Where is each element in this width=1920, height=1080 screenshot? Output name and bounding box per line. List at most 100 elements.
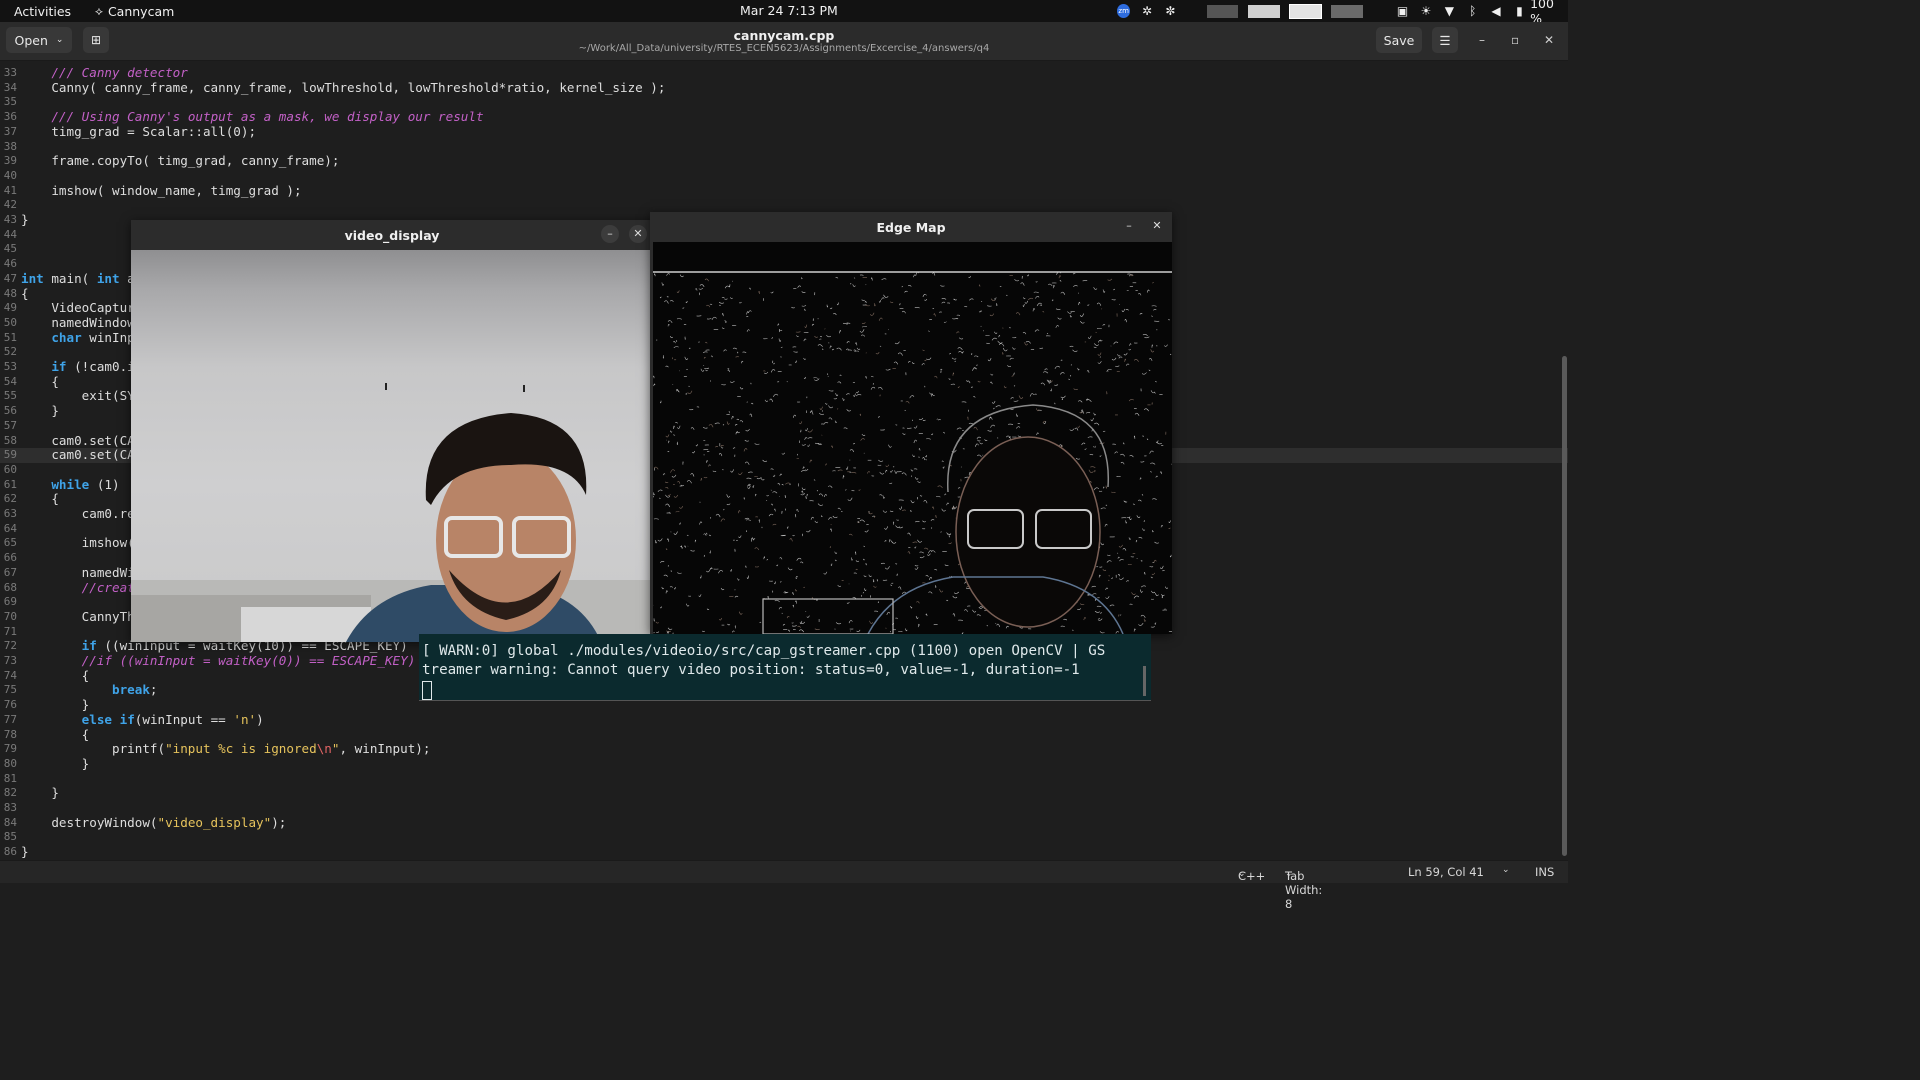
line-number: 47 [3,271,17,285]
terminal-window[interactable]: [ WARN:0] global ./modules/videoio/src/c… [419,634,1151,701]
line-number: 59 [3,448,17,462]
code-text: imshow(v [21,535,143,551]
line-number: 70 [3,609,17,623]
code-text: Canny( canny_frame, canny_frame, lowThre… [21,79,666,95]
code-text: } [21,697,90,713]
code-line[interactable]: 80 } [0,756,1568,772]
workspace-1[interactable] [1206,4,1239,18]
code-text: } [21,785,59,801]
edge-map-canvas [653,242,1172,634]
minimize-icon[interactable]: – [1120,217,1138,235]
activities-button[interactable]: Activities [14,4,71,19]
line-number: 72 [3,639,17,653]
wifi-icon[interactable]: ▼ [1443,4,1456,18]
code-text: break; [112,682,158,698]
app-menu[interactable]: ⟡ Cannycam [95,4,174,19]
code-line[interactable]: 39 frame.copyTo( timg_grad, canny_frame)… [0,153,1568,169]
save-button[interactable]: Save [1376,27,1422,53]
code-line[interactable]: 36 /// Using Canny's output as a mask, w… [0,109,1568,125]
tweak-icon[interactable]: ✲ [1140,4,1153,18]
code-line[interactable]: 41 imshow( window_name, timg_grad ); [0,182,1568,199]
line-number: 80 [3,756,17,770]
edge-map-window[interactable]: Edge Map – ✕ [650,212,1172,634]
code-line[interactable]: 82 } [0,786,1568,801]
terminal-cursor [422,681,432,700]
cursor-position[interactable]: Ln 59, Col 41 [1408,865,1484,879]
save-label: Save [1383,32,1415,48]
code-text: /// Canny detector [51,65,188,80]
code-line[interactable]: 37 timg_grad = Scalar::all(0); [0,124,1568,140]
line-number: 81 [3,771,17,785]
screen-icon[interactable]: ▣ [1396,4,1409,18]
code-line[interactable]: 81 [0,772,1568,787]
close-icon[interactable]: ✕ [629,225,647,243]
maximize-icon[interactable]: ▫ [1511,33,1519,47]
close-icon[interactable]: ✕ [1544,33,1554,47]
chevron-down-icon[interactable]: ⌄ [1502,865,1510,875]
menu-button[interactable]: ☰ [1432,27,1458,53]
terminal-scrollbar[interactable] [1143,666,1146,696]
video-window-titlebar[interactable]: video_display – ✕ [131,220,653,250]
webcam-image [131,383,653,642]
code-text: int main( int a [21,270,135,286]
editor-header: Open ⌄ ⊞ cannycam.cpp ~/Work/All_Data/un… [0,22,1568,61]
edge-window-titlebar[interactable]: Edge Map – ✕ [650,212,1172,242]
code-text: cam0.set(CAP [21,447,143,463]
code-line[interactable]: 77 else if(winInput == 'n') [0,712,1568,728]
code-line[interactable]: 33 /// Canny detector [0,65,1568,81]
volume-icon[interactable]: ◀ [1489,4,1502,18]
line-number: 45 [3,242,17,256]
code-text: { [21,373,59,389]
line-number: 76 [3,698,17,712]
terminal-line-2: treamer warning: Cannot query video posi… [422,662,1080,678]
code-line[interactable]: 42 [0,198,1568,213]
line-number: 57 [3,418,17,432]
code-line[interactable]: 35 [0,95,1568,110]
code-line[interactable]: 86} [0,844,1568,860]
code-text: } [21,403,59,419]
zoom-icon[interactable]: zm [1117,4,1131,18]
line-number: 51 [3,330,17,344]
workspace-2[interactable] [1248,4,1280,18]
slack-icon[interactable]: ✼ [1164,4,1177,18]
code-line[interactable]: 40 [0,169,1568,184]
code-line[interactable]: 84 destroyWindow("video_display"); [0,815,1568,831]
code-text: while (1) [51,476,120,492]
code-text: if (!cam0.is [51,359,143,374]
close-icon[interactable]: ✕ [1148,217,1166,235]
bluetooth-icon[interactable]: ᛒ [1466,4,1479,18]
code-text: { [21,491,59,507]
line-number: 69 [3,595,17,609]
code-text: { [21,285,29,301]
code-line[interactable]: 34 Canny( canny_frame, canny_frame, lowT… [0,79,1568,96]
document-title: cannycam.cpp [733,28,835,43]
code-line[interactable]: 79 printf("input %c is ignored\n", winIn… [0,741,1568,757]
minimize-icon[interactable]: – [1479,33,1485,47]
line-number: 60 [3,462,17,476]
line-number: 67 [3,565,17,579]
line-number: 74 [3,668,17,682]
line-number: 61 [3,477,17,491]
system-tray[interactable]: zm ✲ ✼ ▣ ☀ ▼ ᛒ ◀ ▮ 100 % [1117,0,1568,26]
webcam-feed [131,250,653,642]
workspace-4[interactable] [1331,4,1363,18]
code-text: frame.copyTo( timg_grad, canny_frame); [21,153,340,169]
code-line[interactable]: 83 [0,801,1568,816]
brightness-icon[interactable]: ☀ [1419,4,1432,18]
insert-mode[interactable]: INS [1535,865,1554,879]
clock[interactable]: Mar 24 7:13 PM [740,3,838,18]
code-line[interactable]: 38 [0,140,1568,155]
code-text: imshow( window_name, timg_grad ); [21,182,302,198]
video-display-window[interactable]: video_display – ✕ [131,220,653,642]
code-line[interactable]: 85 [0,830,1568,845]
code-line[interactable]: 78 { [0,727,1568,743]
hamburger-icon: ☰ [1439,32,1451,48]
editor-scrollbar[interactable] [1562,356,1567,856]
workspace-3[interactable] [1288,3,1323,19]
line-number: 46 [3,257,17,271]
line-number: 52 [3,345,17,359]
line-number: 73 [3,654,17,667]
minimize-icon[interactable]: – [601,225,619,243]
battery-icon[interactable]: ▮ [1513,4,1526,18]
line-number: 50 [3,315,17,329]
